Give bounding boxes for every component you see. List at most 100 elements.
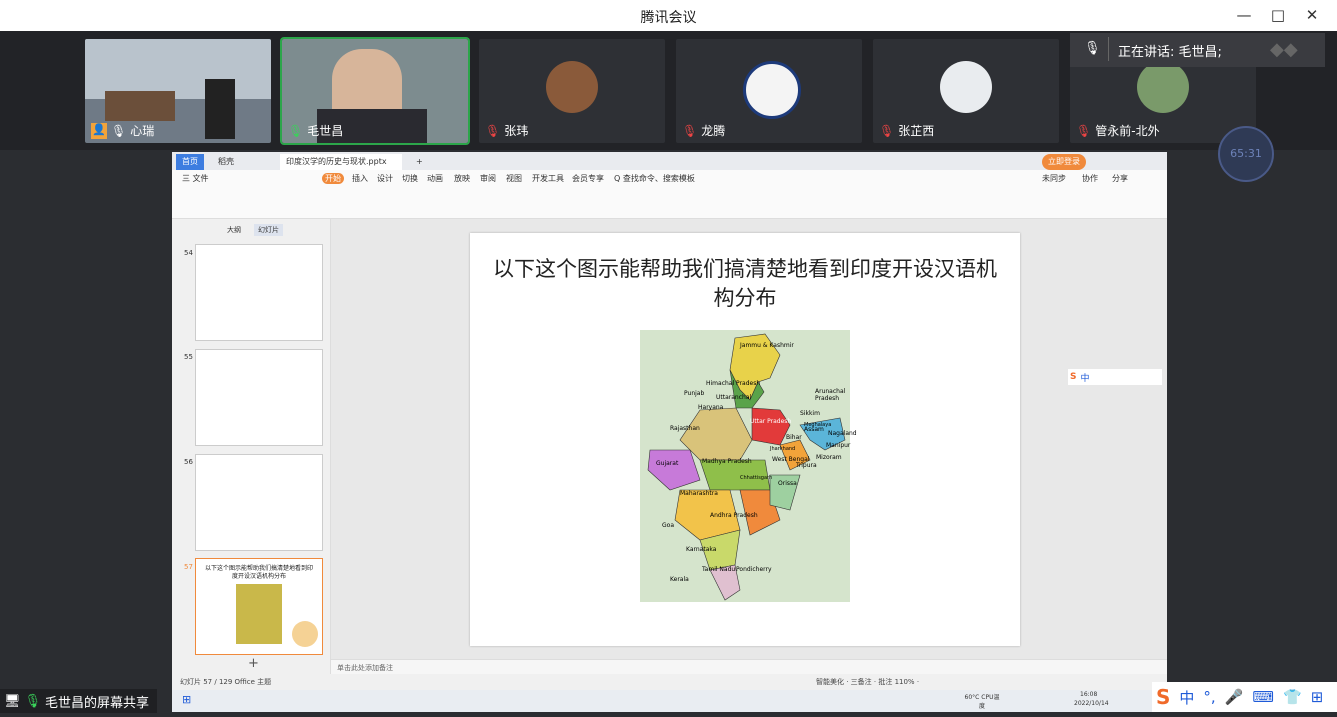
slide-thumbnail[interactable] [195,454,323,551]
shared-screen: 首页 稻壳 印度汉学的历史与现状.pptx + 立即登录 三 文件 开始 插入 … [172,152,1167,690]
map-label: Madhya Pradesh [702,458,752,465]
sogou-logo-icon[interactable]: S [1156,685,1170,709]
participant-tile-5[interactable]: 🎙 张芷西 [873,39,1059,143]
slide-number: 56 [184,458,193,466]
ime-mode: 中 [1080,373,1090,384]
menu-review[interactable]: 审阅 [480,173,496,184]
map-label: Karnataka [686,546,717,553]
sogou-logo-icon: S [1070,372,1077,382]
windows-start-icon[interactable]: ⊞ [182,693,191,706]
menu-design[interactable]: 设计 [377,173,393,184]
slide-thumbnail[interactable] [195,349,323,446]
map-label: Arunachal Pradesh [815,388,846,402]
ribbon-toolbar[interactable] [172,186,1167,219]
tab-slides[interactable]: 幻灯片 [254,224,283,236]
thumbnail-title: 以下这个图示能帮助我们搞清楚地看到印度开设汉语机构分布 [204,565,313,580]
close-button[interactable]: ✕ [1295,4,1329,26]
map-label: Jammu & Kashmir [740,342,794,349]
divider [1108,37,1109,61]
participant-name-4: 🎙 龙腾 [682,123,726,139]
map-label: Kerala [670,576,689,583]
menu-insert[interactable]: 插入 [352,173,368,184]
mic-icon: 🎙 [1084,41,1101,56]
tab-daoke[interactable]: 稻壳 [212,154,240,170]
menu-member[interactable]: 会员专享 [572,173,604,184]
mic-muted-icon: 🎙 [682,123,698,138]
ime-voice-icon[interactable]: 🎤 [1225,688,1244,706]
sync-status[interactable]: 未同步 [1042,173,1066,184]
participant-tile-4[interactable]: 🎙 龙腾 [676,39,862,143]
map-label: Manipur [826,442,851,449]
participant-tile-3[interactable]: 🎙 张玮 [479,39,665,143]
menu-slideshow[interactable]: 放映 [454,173,470,184]
ime-toolbar[interactable]: S 中 °, 🎤 ⌨ 👕 ⊞ [1152,682,1337,712]
map-label: Gujarat [656,460,679,467]
new-tab-button[interactable]: + [410,154,429,170]
avatar [1137,61,1189,113]
tab-outline[interactable]: 大纲 [227,225,241,235]
slide-thumbnail-selected[interactable]: 以下这个图示能帮助我们搞清楚地看到印度开设汉语机构分布 [195,558,323,655]
map-label: Himachal Pradesh [706,380,761,387]
status-tools[interactable]: 智能美化 · 三备注 · 批注 110% · [816,677,919,687]
ime-menu-icon[interactable]: ⊞ [1311,688,1324,706]
participant-tile-1[interactable]: 👤 🎙 心瑞 [85,39,271,143]
menu-file[interactable]: 三 文件 [182,173,209,184]
slide-thumbnail[interactable] [195,244,323,341]
ime-punctuation[interactable]: °, [1203,688,1215,706]
menu-developer[interactable]: 开发工具 [532,173,564,184]
participant-name-1: 👤 🎙 心瑞 [91,122,155,139]
camera-tripod-shape [205,79,235,139]
avatar [940,61,992,113]
slide-number: 57 [184,563,193,571]
login-button[interactable]: 立即登录 [1042,154,1086,170]
collab-button[interactable]: 协作 [1082,173,1098,184]
ime-chinese-mode[interactable]: 中 [1179,687,1194,708]
screen-share-label: 🖥 🎙 毛世昌的屏幕共享 [0,689,158,713]
wps-tabbar: 首页 稻壳 印度汉学的历史与现状.pptx + 立即登录 [172,152,1167,170]
mic-muted-icon: 🎙 [879,123,895,138]
avatar [743,61,801,119]
participant-tile-2[interactable]: 🎙 毛世昌 [280,37,470,145]
map-label: Punjab [684,390,705,397]
ime-toolbar-small[interactable]: S 中 [1068,369,1162,385]
notes-area[interactable]: 单击此处添加备注 [331,659,1167,675]
mic-muted-icon: 🎙 [485,123,501,138]
map-label: Uttaranchal [716,394,752,401]
slide-counter: 幻灯片 57 / 129 Office 主题 [180,678,272,686]
current-slide: 以下这个图示能帮助我们搞清楚地看到印度开设汉语机构分布 Jammu & Kash… [470,233,1020,646]
cursor-highlight [292,621,318,647]
participant-name-6: 🎙 管永前-北外 [1076,123,1160,139]
map-label: Mizoram [816,454,842,461]
share-button[interactable]: 分享 [1112,173,1128,184]
mic-icon: 🎙 [24,693,42,709]
map-label: Haryana [698,404,724,411]
wps-menu: 三 文件 开始 插入 设计 切换 动画 放映 审阅 视图 开发工具 会员专享 Q… [172,170,1167,186]
ime-skin-icon[interactable]: 👕 [1283,688,1302,706]
menu-view[interactable]: 视图 [506,173,522,184]
menu-animation[interactable]: 动画 [427,173,443,184]
window-controls: — □ ✕ [1227,4,1329,26]
map-label: Chhattisgarh [740,475,773,481]
add-slide-button[interactable]: + [248,656,259,671]
tencent-logo-icon: ◆◆ [1270,39,1298,60]
map-label: Maharashtra [680,490,718,497]
windows-taskbar: ⊞ 60°C CPU温度 16:08 2022/10/14 [172,690,1167,712]
avatar [546,61,598,113]
room-background [85,39,271,99]
mic-muted-icon: 🎙 [1076,123,1092,138]
menu-transition[interactable]: 切换 [402,173,418,184]
speaking-indicator: 🎙 正在讲话: 毛世昌; ◆◆ [1070,33,1325,67]
tab-document[interactable]: 印度汉学的历史与现状.pptx [280,154,402,170]
status-bar: 幻灯片 57 / 129 Office 主题 智能美化 · 三备注 · 批注 1… [172,674,1167,690]
tab-home[interactable]: 首页 [176,154,204,170]
menu-start[interactable]: 开始 [322,173,344,184]
maximize-button[interactable]: □ [1261,4,1295,26]
map-label: Uttar Pradesh [750,418,792,425]
minimize-button[interactable]: — [1227,4,1261,26]
map-label: Tripura [796,462,817,469]
ime-keyboard-icon[interactable]: ⌨ [1252,688,1274,706]
meeting-timer: 65:31 [1218,126,1274,182]
search-command[interactable]: Q 查找命令、搜索模板 [614,173,695,184]
map-label: Tamil Nadu [702,566,736,573]
slide-canvas: 以下这个图示能帮助我们搞清楚地看到印度开设汉语机构分布 Jammu & Kash… [331,219,1167,659]
